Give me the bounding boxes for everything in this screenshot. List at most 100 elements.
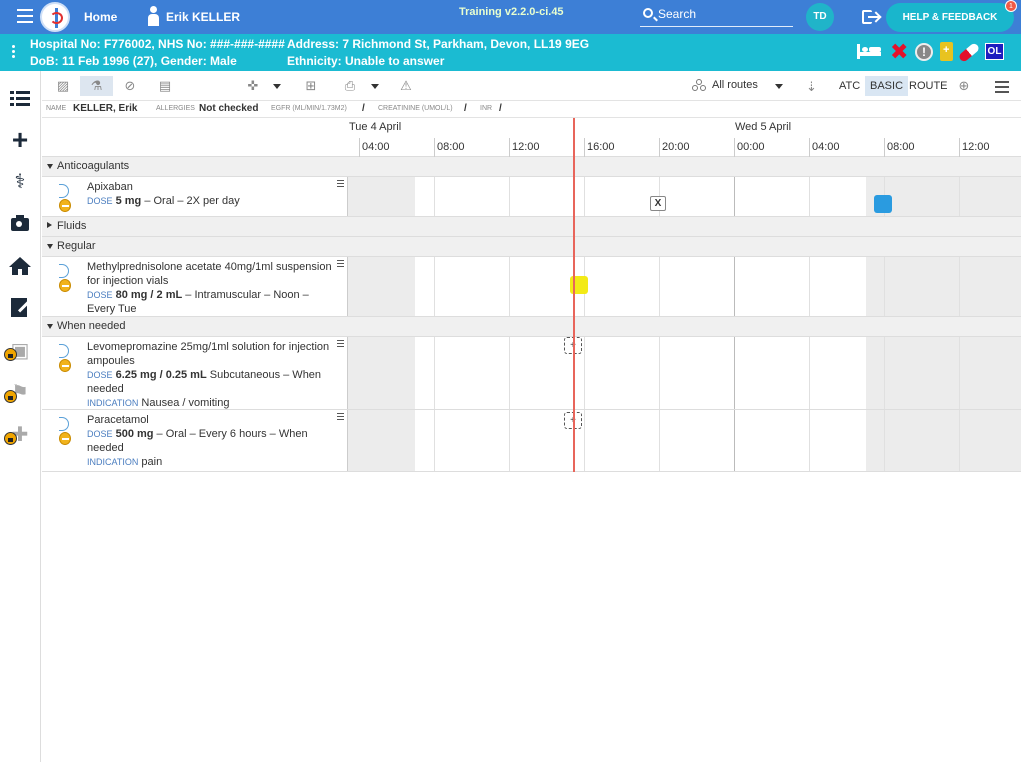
stethoscope-icon[interactable]: ⚕ <box>8 170 32 194</box>
medication-row-levomepromazine[interactable]: Levomepromazine 25mg/1ml solution for in… <box>42 337 1021 410</box>
medication-row-apixaban[interactable]: Apixaban DOSE 5 mg – Oral – 2X per day X <box>42 177 1021 217</box>
section-regular[interactable]: Regular <box>42 237 1021 257</box>
dose-label: DOSE <box>87 370 113 380</box>
indication-value: Nausea / vomiting <box>138 397 230 409</box>
group-icon[interactable]: ⊕ <box>952 76 976 96</box>
patient-info-strip: NAME KELLER, Erik ALLERGIES Not checked … <box>42 101 1021 118</box>
name-value: KELLER, Erik <box>73 103 138 114</box>
routes-dropdown-icon[interactable] <box>775 84 783 89</box>
left-sidebar: + ⚕ ▣ ⚑ ✚ <box>0 71 41 762</box>
logout-icon[interactable] <box>862 10 880 24</box>
print-icon[interactable]: ⎙ <box>338 76 362 96</box>
medication-info[interactable]: Paracetamol DOSE 500 mg – Oral – Every 6… <box>42 410 348 471</box>
pill-icon[interactable] <box>957 41 981 64</box>
chart-view-icon[interactable]: ▨ <box>51 76 75 96</box>
section-label: When needed <box>57 320 126 332</box>
missed-dose-marker[interactable]: X <box>650 196 666 211</box>
inr-label: INR <box>480 105 493 112</box>
allergies-value[interactable]: Not checked <box>199 103 258 114</box>
creatinine-label: CREATININE (UMOL/L) <box>378 105 453 112</box>
edit-document-icon[interactable] <box>8 296 32 320</box>
menu-icon[interactable] <box>995 81 1009 96</box>
allergies-label: ALLERGIES <box>156 105 195 112</box>
medication-name: Methylprednisolone acetate 40mg/1ml susp… <box>87 261 332 287</box>
egfr-label: EGFR (ML/MIN/1.73M2) <box>271 105 347 112</box>
pill-view-icon[interactable]: ⊘ <box>118 76 142 96</box>
more-options-icon[interactable] <box>12 45 15 60</box>
camera-icon[interactable] <box>8 212 32 236</box>
add-medication-dropdown-icon[interactable] <box>273 84 281 89</box>
add-medication-icon[interactable]: ✜ <box>241 76 265 96</box>
row-menu-icon[interactable] <box>337 340 344 349</box>
dose-value: 80 mg / 2 mL <box>115 289 183 301</box>
search-field[interactable]: Search <box>640 4 793 27</box>
row-menu-icon[interactable] <box>337 260 344 269</box>
section-when-needed[interactable]: When needed <box>42 317 1021 337</box>
day-label: Tue 4 April <box>349 121 402 133</box>
user-icon <box>147 6 159 26</box>
dose-value: 6.25 mg / 0.25 mL <box>115 369 207 381</box>
ol-badge[interactable]: OL <box>985 43 1004 60</box>
time-label: 04:00 <box>812 141 840 153</box>
indication-label: INDICATION <box>87 457 139 467</box>
inr-value: / <box>499 103 502 114</box>
list-icon[interactable] <box>8 87 32 111</box>
sort-icon[interactable]: ⇣ <box>806 79 817 95</box>
document-view-icon[interactable]: ▤ <box>153 76 177 96</box>
medication-info[interactable]: Levomepromazine 25mg/1ml solution for in… <box>42 337 348 409</box>
medication-name: Paracetamol <box>87 414 149 426</box>
red-cross-icon[interactable]: ✖ <box>890 41 908 63</box>
atc-button[interactable]: ATC <box>834 76 865 96</box>
administration-view-icon[interactable]: ⚗ <box>80 76 113 96</box>
section-anticoagulants[interactable]: Anticoagulants <box>42 157 1021 177</box>
dose-value: 5 mg <box>115 195 142 207</box>
lock-icon <box>4 432 17 445</box>
dose-detail: – Oral – 2X per day <box>141 195 240 207</box>
warning-icon[interactable]: ⚠ <box>394 76 418 96</box>
row-menu-icon[interactable] <box>337 413 344 422</box>
dose-value: 500 mg <box>115 428 154 440</box>
add-order-icon[interactable]: ⊞ <box>299 76 323 96</box>
app-logo[interactable] <box>40 2 70 32</box>
scheduled-dose-marker[interactable] <box>874 195 892 213</box>
time-label: 20:00 <box>662 141 690 153</box>
print-dropdown-icon[interactable] <box>371 84 379 89</box>
basic-button[interactable]: BASIC <box>865 76 909 96</box>
date-of-birth: DoB: 11 Feb 1996 (27), Gender: Male <box>30 54 237 68</box>
routes-icon <box>692 79 706 93</box>
user-name[interactable]: Erik KELLER <box>166 10 240 24</box>
medication-info[interactable]: Apixaban DOSE 5 mg – Oral – 2X per day <box>42 177 348 216</box>
section-fluids[interactable]: Fluids <box>42 217 1021 237</box>
name-label: NAME <box>46 105 67 112</box>
day-label: Wed 5 April <box>735 121 792 133</box>
home-link[interactable]: Home <box>84 10 117 24</box>
user-avatar[interactable]: TD <box>806 3 834 31</box>
time-label: 08:00 <box>887 141 915 153</box>
time-label: 12:00 <box>512 141 540 153</box>
bed-icon[interactable] <box>857 42 881 62</box>
egfr-value: / <box>362 103 365 114</box>
help-feedback-button[interactable]: HELP & FEEDBACK <box>886 3 1014 32</box>
chart-toolbar: ▨ ⚗ ⊘ ▤ ✜ ⊞ ⎙ ⚠ All routes ⇣ ATC BASIC R… <box>42 71 1021 101</box>
medication-row-methylprednisolone[interactable]: Methylprednisolone acetate 40mg/1ml susp… <box>42 257 1021 317</box>
clipboard-icon[interactable] <box>940 42 953 61</box>
section-label: Anticoagulants <box>57 160 130 172</box>
routes-select[interactable]: All routes <box>712 79 758 91</box>
time-label: 16:00 <box>587 141 615 153</box>
hamburger-menu-icon[interactable] <box>17 9 33 23</box>
oral-medication-icon <box>54 417 76 447</box>
medication-row-paracetamol[interactable]: Paracetamol DOSE 500 mg – Oral – Every 6… <box>42 410 1021 472</box>
dose-label: DOSE <box>87 196 113 206</box>
add-icon[interactable]: + <box>8 126 32 154</box>
search-label: Search <box>658 7 697 21</box>
time-label: 00:00 <box>737 141 765 153</box>
medication-info[interactable]: Methylprednisolone acetate 40mg/1ml susp… <box>42 257 348 316</box>
medication-name: Apixaban <box>87 181 133 193</box>
alert-icon[interactable]: ! <box>915 43 933 61</box>
notification-badge: 1 <box>1005 0 1017 12</box>
time-label: 08:00 <box>437 141 465 153</box>
row-menu-icon[interactable] <box>337 180 344 189</box>
section-label: Regular <box>57 240 96 252</box>
home-icon[interactable] <box>8 254 32 278</box>
route-button[interactable]: ROUTE <box>904 76 953 96</box>
